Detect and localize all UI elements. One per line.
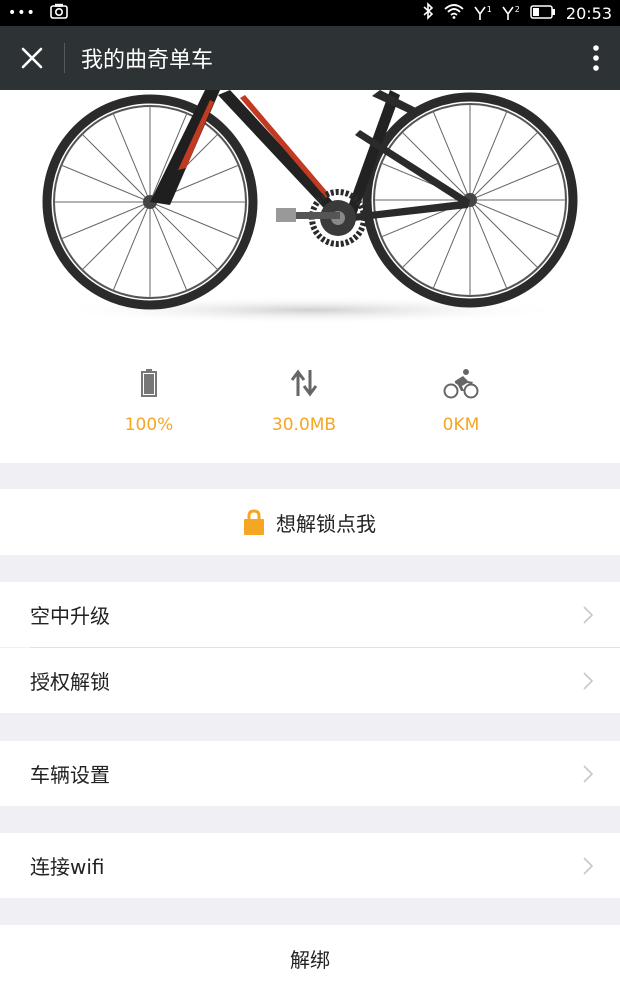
title-separator bbox=[64, 43, 65, 73]
lock-icon bbox=[244, 509, 264, 535]
status-bar: ••• 1 2 20:53 bbox=[0, 0, 620, 26]
sim2-label: 2 bbox=[514, 5, 520, 14]
chevron-right-icon bbox=[583, 764, 594, 783]
menu-item-ota-upgrade[interactable]: 空中升级 bbox=[0, 582, 620, 647]
chevron-right-icon bbox=[583, 605, 594, 624]
data-stat: 30.0MB bbox=[224, 335, 384, 463]
distance-stat: 0KM bbox=[381, 335, 541, 463]
menu-item-label: 连接wifi bbox=[30, 855, 105, 879]
data-transfer-icon bbox=[290, 369, 318, 397]
stats-panel: 100% 30.0MB 0KM bbox=[0, 335, 620, 463]
close-icon bbox=[21, 47, 43, 69]
data-value: 30.0MB bbox=[271, 415, 337, 435]
more-vertical-icon bbox=[593, 45, 599, 71]
sim1-label: 1 bbox=[486, 5, 492, 14]
menu-item-vehicle-settings[interactable]: 车辆设置 bbox=[0, 741, 620, 806]
unbind-button[interactable]: 解绑 bbox=[0, 925, 620, 992]
title-bar: 我的曲奇单车 bbox=[0, 26, 620, 90]
battery-status-icon bbox=[530, 4, 556, 23]
chevron-right-icon bbox=[583, 671, 594, 690]
signal-sim1-icon: 1 bbox=[474, 5, 492, 21]
unlock-label: 想解锁点我 bbox=[276, 511, 376, 536]
unbind-label: 解绑 bbox=[290, 948, 330, 972]
close-button[interactable] bbox=[0, 26, 64, 90]
menu-item-auth-unlock[interactable]: 授权解锁 bbox=[0, 648, 620, 713]
screenshot-icon bbox=[49, 3, 68, 23]
menu-item-label: 车辆设置 bbox=[30, 763, 110, 787]
wifi-icon bbox=[444, 3, 464, 23]
chevron-right-icon bbox=[583, 856, 594, 875]
cyclist-icon bbox=[443, 369, 479, 399]
distance-value: 0KM bbox=[442, 415, 480, 435]
signal-sim2-icon: 2 bbox=[502, 5, 520, 21]
battery-value: 100% bbox=[124, 415, 174, 435]
bike-image bbox=[0, 90, 620, 335]
unlock-button[interactable]: 想解锁点我 bbox=[0, 489, 620, 555]
battery-stat: 100% bbox=[69, 335, 229, 463]
menu-item-label: 空中升级 bbox=[30, 604, 110, 628]
battery-icon bbox=[141, 369, 157, 397]
status-time: 20:53 bbox=[565, 3, 612, 23]
bluetooth-icon bbox=[422, 2, 434, 24]
more-button[interactable] bbox=[576, 26, 616, 90]
page-title: 我的曲奇单车 bbox=[81, 48, 214, 73]
menu-item-connect-wifi[interactable]: 连接wifi bbox=[0, 833, 620, 898]
menu-item-label: 授权解锁 bbox=[30, 670, 110, 694]
more-notifications-icon: ••• bbox=[8, 5, 36, 21]
